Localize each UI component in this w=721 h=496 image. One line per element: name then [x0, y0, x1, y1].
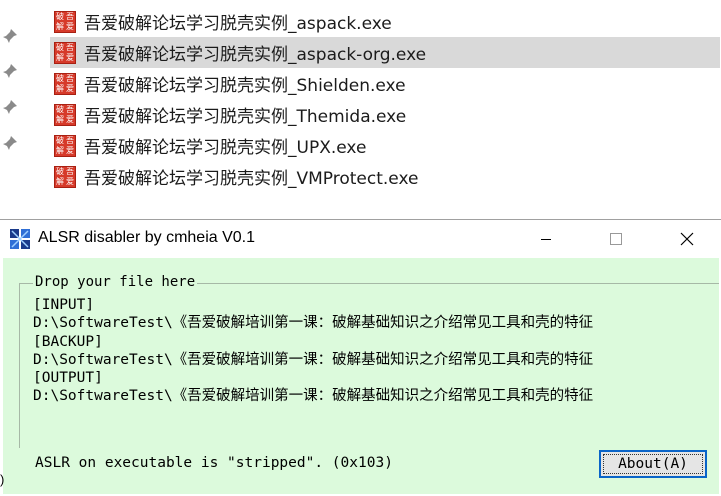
file-row[interactable]: 破吾 解爱 吾爱破解论坛学习脱壳实例_Themida.exe: [50, 99, 720, 130]
minimize-icon: [541, 239, 551, 240]
file-name: 吾爱破解论坛学习脱壳实例_VMProtect.exe: [84, 169, 419, 189]
backup-path: D:\SoftwareTest\《吾爱破解培训第一课：破解基础知识之介绍常见工具…: [33, 351, 594, 368]
group-title: Drop your file here: [33, 274, 198, 290]
exe-file-icon: 破吾 解爱: [54, 72, 76, 95]
status-text: ASLR on executable is "stripped". (0x103…: [35, 455, 393, 471]
window-title: ALSR disabler by cmheia V0.1: [38, 229, 255, 246]
file-name: 吾爱破解论坛学习脱壳实例_Shielden.exe: [84, 76, 406, 96]
client-area: Drop your file here [INPUT] D:\SoftwareTe…: [3, 258, 719, 494]
app-icon[interactable]: [9, 228, 31, 250]
pin-icon[interactable]: [2, 28, 18, 44]
exe-file-icon: 破吾 解爱: [54, 165, 76, 188]
close-button[interactable]: [664, 220, 710, 258]
aslr-disabler-window: ALSR disabler by cmheia V0.1 Drop your f…: [0, 219, 721, 496]
maximize-icon: [610, 233, 622, 245]
input-label: [INPUT]: [33, 297, 95, 313]
input-path: D:\SoftwareTest\《吾爱破解培训第一课：破解基础知识之介绍常见工具…: [33, 315, 594, 332]
file-name: 吾爱破解论坛学习脱壳实例_aspack-org.exe: [84, 45, 427, 65]
file-row[interactable]: 破吾 解爱 吾爱破解论坛学习脱壳实例_VMProtect.exe: [50, 161, 720, 192]
pin-icon[interactable]: [2, 99, 18, 115]
left-edge-fragment: ): [0, 472, 5, 487]
file-row[interactable]: 破吾 解爱 吾爱破解论坛学习脱壳实例_aspack.exe: [50, 6, 720, 37]
log-output: [INPUT] D:\SoftwareTest\《吾爱破解培训第一课：破解基础知识…: [33, 296, 719, 406]
exe-file-icon: 破吾 解爱: [54, 103, 76, 126]
exe-file-icon: 破吾 解爱: [54, 41, 76, 64]
maximize-button[interactable]: [593, 220, 639, 258]
output-label: [OUTPUT]: [33, 370, 103, 387]
file-row[interactable]: 破吾 解爱 吾爱破解论坛学习脱壳实例_Shielden.exe: [50, 68, 720, 99]
exe-file-icon: 破吾 解爱: [54, 10, 76, 33]
backup-label: [BACKUP]: [33, 333, 103, 350]
close-icon: [680, 232, 694, 246]
quick-access-pins: [0, 0, 24, 210]
pin-icon[interactable]: [2, 135, 18, 151]
title-bar[interactable]: ALSR disabler by cmheia V0.1: [0, 220, 721, 258]
file-name: 吾爱破解论坛学习脱壳实例_UPX.exe: [84, 138, 367, 158]
output-path: D:\SoftwareTest\《吾爱破解培训第一课：破解基础知识之介绍常见工具…: [33, 388, 594, 405]
file-row-selected[interactable]: 破吾 解爱 吾爱破解论坛学习脱壳实例_aspack-org.exe: [50, 37, 720, 68]
file-name: 吾爱破解论坛学习脱壳实例_aspack.exe: [84, 14, 392, 34]
pin-icon[interactable]: [2, 63, 18, 79]
file-row[interactable]: 破吾 解爱 吾爱破解论坛学习脱壳实例_UPX.exe: [50, 130, 720, 161]
file-list: 破吾 解爱 吾爱破解论坛学习脱壳实例_aspack.exe 破吾 解爱 吾爱破解…: [50, 6, 720, 192]
file-name: 吾爱破解论坛学习脱壳实例_Themida.exe: [84, 107, 407, 127]
minimize-button[interactable]: [523, 220, 569, 258]
exe-file-icon: 破吾 解爱: [54, 134, 76, 157]
about-button[interactable]: About(A): [599, 450, 707, 478]
